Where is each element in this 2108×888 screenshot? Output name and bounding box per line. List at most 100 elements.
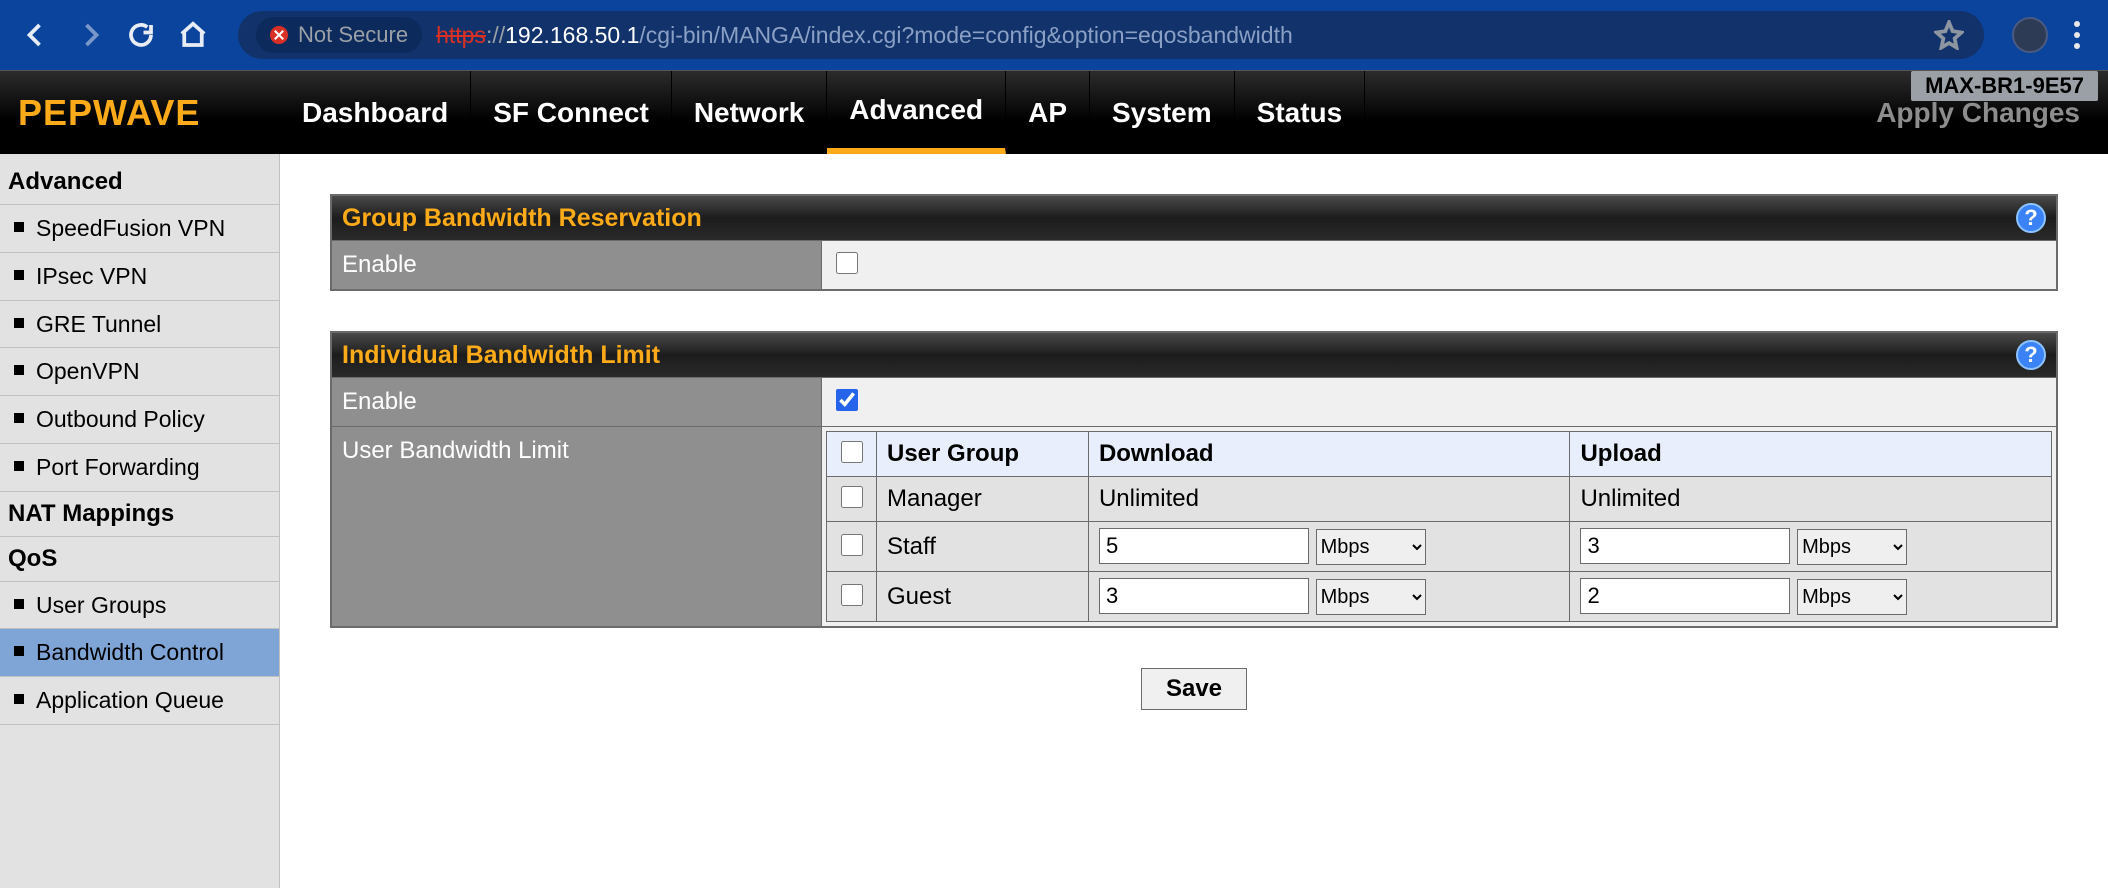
not-secure-label: Not Secure — [298, 22, 408, 48]
bookmark-star-icon[interactable] — [1932, 18, 1966, 52]
cell-user-group: Staff — [877, 522, 1089, 572]
col-upload: Upload — [1570, 432, 2052, 477]
panel-title-text: Individual Bandwidth Limit — [342, 341, 660, 370]
enable-label: Enable — [332, 378, 822, 426]
back-icon[interactable] — [20, 18, 54, 52]
sidebar: Advanced SpeedFusion VPN IPsec VPN GRE Tunn… — [0, 154, 280, 888]
sidebar-item-bandwidth-control[interactable]: Bandwidth Control — [0, 629, 279, 677]
tab-advanced[interactable]: Advanced — [827, 71, 1006, 154]
kebab-menu-icon[interactable] — [2066, 21, 2088, 49]
download-unit-select[interactable]: Mbpskbps — [1316, 529, 1426, 565]
table-row: Guest Mbpskbps Mbpskbps — [827, 572, 2052, 622]
sidebar-item-application-queue[interactable]: Application Queue — [0, 677, 279, 725]
enable-value — [822, 378, 2056, 426]
upload-input[interactable] — [1580, 578, 1790, 614]
help-icon[interactable]: ? — [2016, 203, 2046, 233]
bullet-icon — [14, 461, 24, 471]
sidebar-item-label: Outbound Policy — [36, 405, 205, 434]
url-text: https://192.168.50.1/cgi-bin/MANGA/index… — [436, 22, 1293, 49]
top-nav: DashboardSF ConnectNetworkAdvancedAPSyst… — [280, 71, 1365, 154]
select-all-checkbox[interactable] — [841, 441, 863, 463]
content-pane: Group Bandwidth Reservation ? Enable Ind… — [280, 154, 2108, 888]
device-id-chip: MAX-BR1-9E57 — [1911, 71, 2098, 101]
tab-ap[interactable]: AP — [1006, 71, 1090, 154]
panel-individual-bw-limit: Individual Bandwidth Limit ? Enable User… — [330, 331, 2058, 628]
bullet-icon — [14, 413, 24, 423]
table-row: Staff Mbpskbps Mbpskbps — [827, 522, 2052, 572]
col-user-group: User Group — [877, 432, 1089, 477]
cell-user-group: Manager — [877, 477, 1089, 522]
tab-system[interactable]: System — [1090, 71, 1235, 154]
help-icon[interactable]: ? — [2016, 340, 2046, 370]
sidebar-item-label: OpenVPN — [36, 357, 140, 386]
not-secure-badge[interactable]: Not Secure — [256, 17, 422, 53]
enable-checkbox[interactable] — [836, 252, 858, 274]
panel-group-bw-reservation: Group Bandwidth Reservation ? Enable — [330, 194, 2058, 291]
bullet-icon — [14, 694, 24, 704]
upload-unit-select[interactable]: Mbpskbps — [1797, 579, 1907, 615]
cell-upload: Mbpskbps — [1570, 522, 2052, 572]
enable-checkbox[interactable] — [836, 389, 858, 411]
brand-logo: PEPWAVE — [0, 71, 280, 154]
row-checkbox[interactable] — [841, 534, 863, 556]
sidebar-item-label: Application Queue — [36, 686, 224, 715]
sidebar-item-label: IPsec VPN — [36, 262, 147, 291]
bullet-icon — [14, 365, 24, 375]
sidebar-item-label: User Groups — [36, 591, 166, 620]
tab-sf-connect[interactable]: SF Connect — [471, 71, 672, 154]
cell-download: Mbpskbps — [1088, 522, 1570, 572]
home-icon[interactable] — [176, 18, 210, 52]
sidebar-item-ipsec-vpn[interactable]: IPsec VPN — [0, 253, 279, 301]
upload-unit-select[interactable]: Mbpskbps — [1797, 529, 1907, 565]
cell-upload: Unlimited — [1570, 477, 2052, 522]
url-bar[interactable]: Not Secure https://192.168.50.1/cgi-bin/… — [238, 11, 1984, 59]
bw-limit-table: User Group Download Upload ManagerUnlimi… — [826, 431, 2052, 622]
sidebar-heading: Advanced — [0, 160, 279, 205]
cell-download: Unlimited — [1088, 477, 1570, 522]
select-all-header — [827, 432, 877, 477]
download-input[interactable] — [1099, 578, 1309, 614]
col-download: Download — [1088, 432, 1570, 477]
not-secure-icon — [270, 26, 288, 44]
user-bw-limit-value: User Group Download Upload ManagerUnlimi… — [822, 427, 2056, 626]
sidebar-heading: QoS — [0, 537, 279, 582]
enable-value — [822, 241, 2056, 289]
cell-download: Mbpskbps — [1088, 572, 1570, 622]
download-input[interactable] — [1099, 528, 1309, 564]
app-header: MAX-BR1-9E57 PEPWAVE DashboardSF Connect… — [0, 70, 2108, 154]
cell-upload: Mbpskbps — [1570, 572, 2052, 622]
tab-status[interactable]: Status — [1235, 71, 1366, 154]
tab-dashboard[interactable]: Dashboard — [280, 71, 471, 154]
browser-chrome: Not Secure https://192.168.50.1/cgi-bin/… — [0, 0, 2108, 70]
sidebar-item-openvpn[interactable]: OpenVPN — [0, 348, 279, 396]
bullet-icon — [14, 270, 24, 280]
tab-network[interactable]: Network — [672, 71, 827, 154]
bullet-icon — [14, 318, 24, 328]
sidebar-item-label: SpeedFusion VPN — [36, 214, 225, 243]
sidebar-heading[interactable]: NAT Mappings — [0, 492, 279, 537]
download-unit-select[interactable]: Mbpskbps — [1316, 579, 1426, 615]
sidebar-item-port-forwarding[interactable]: Port Forwarding — [0, 444, 279, 492]
row-checkbox[interactable] — [841, 486, 863, 508]
sidebar-item-speedfusion-vpn[interactable]: SpeedFusion VPN — [0, 205, 279, 253]
sidebar-item-label: Bandwidth Control — [36, 638, 224, 667]
sidebar-item-label: GRE Tunnel — [36, 310, 161, 339]
save-button[interactable]: Save — [1141, 668, 1247, 710]
panel-title: Individual Bandwidth Limit ? — [332, 333, 2056, 377]
bullet-icon — [14, 599, 24, 609]
profile-avatar-icon[interactable] — [2012, 17, 2048, 53]
table-row: ManagerUnlimitedUnlimited — [827, 477, 2052, 522]
user-bw-limit-label: User Bandwidth Limit — [332, 427, 822, 626]
cell-user-group: Guest — [877, 572, 1089, 622]
panel-title: Group Bandwidth Reservation ? — [332, 196, 2056, 240]
sidebar-item-user-groups[interactable]: User Groups — [0, 582, 279, 630]
sidebar-item-gre-tunnel[interactable]: GRE Tunnel — [0, 301, 279, 349]
reload-icon[interactable] — [124, 18, 158, 52]
bullet-icon — [14, 222, 24, 232]
upload-input[interactable] — [1580, 528, 1790, 564]
panel-title-text: Group Bandwidth Reservation — [342, 204, 702, 233]
sidebar-item-outbound-policy[interactable]: Outbound Policy — [0, 396, 279, 444]
forward-icon[interactable] — [72, 18, 106, 52]
row-checkbox[interactable] — [841, 584, 863, 606]
bullet-icon — [14, 646, 24, 656]
